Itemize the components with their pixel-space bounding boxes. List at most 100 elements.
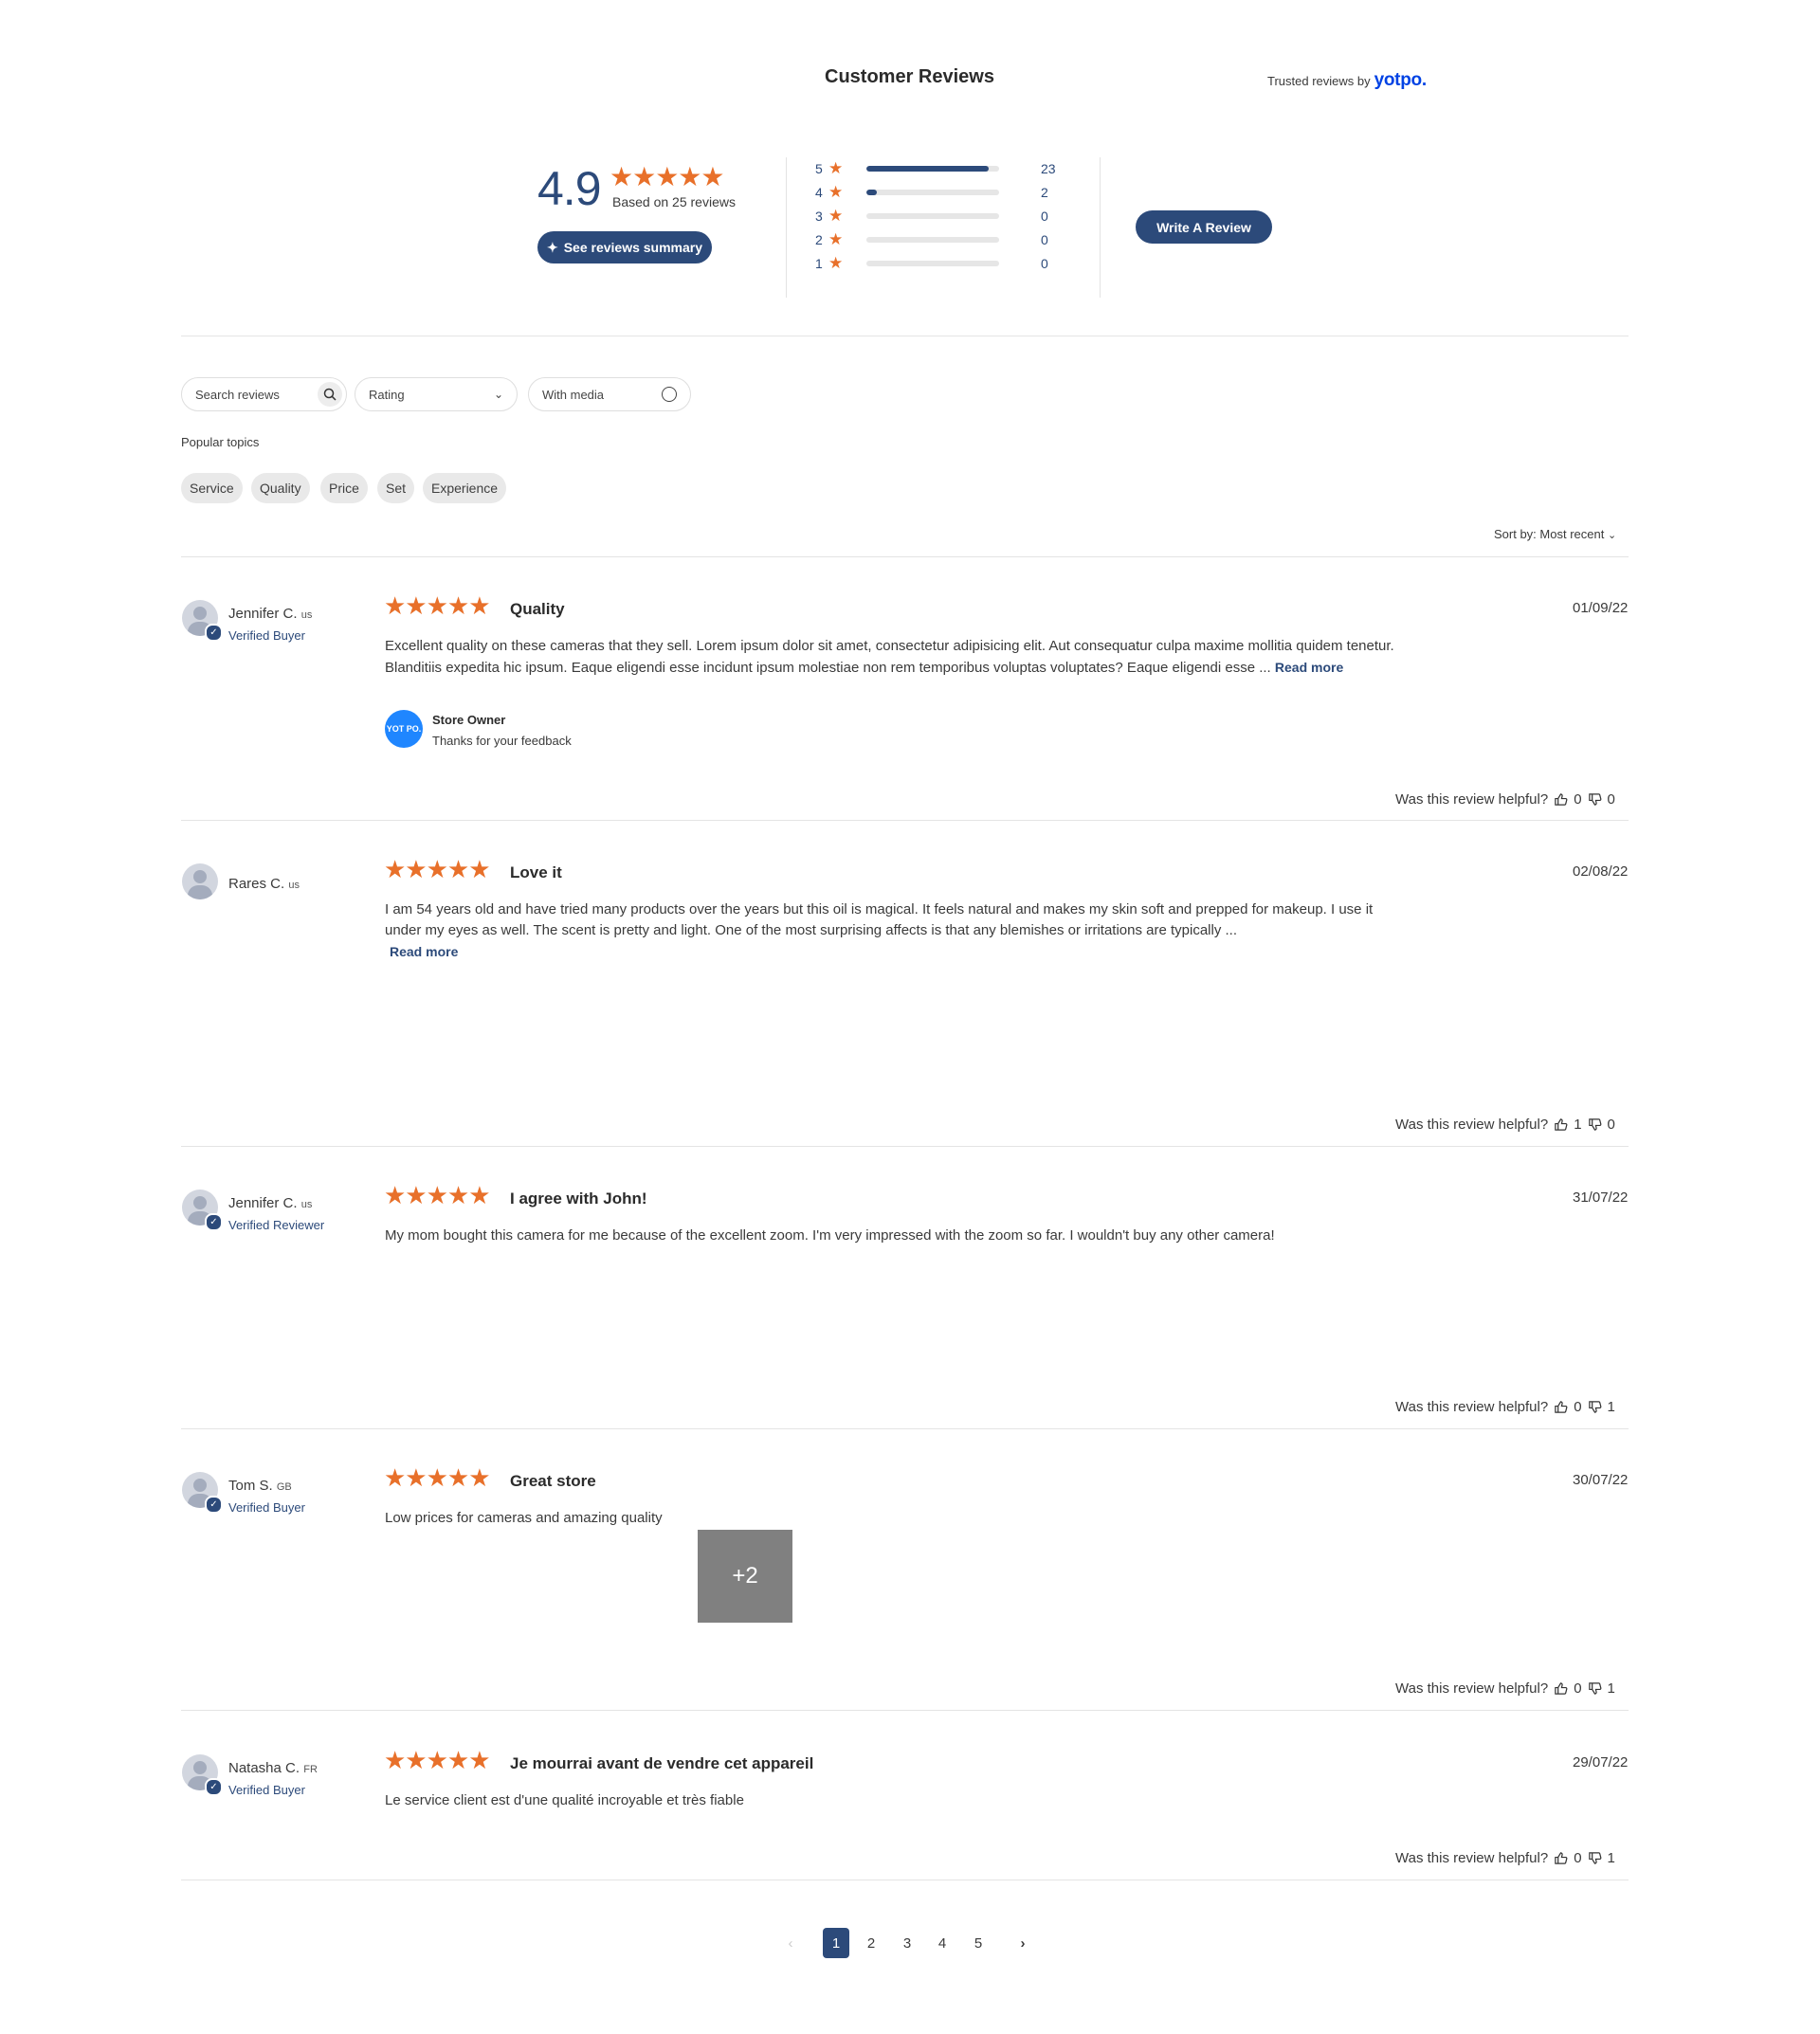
with-media-toggle[interactable]: With media	[528, 377, 691, 411]
sparkle-icon: ✦	[546, 239, 558, 255]
media-thumbnail-more[interactable]: +2	[698, 1530, 792, 1623]
search-icon[interactable]	[318, 382, 342, 407]
summary-button-label: See reviews summary	[563, 240, 703, 255]
page-2[interactable]: 2	[858, 1928, 884, 1958]
helpful-label: Was this review helpful?	[1395, 1399, 1549, 1415]
page-5[interactable]: 5	[965, 1928, 992, 1958]
verified-badge: Verified Reviewer	[228, 1218, 325, 1232]
helpful-votes: Was this review helpful? 0 1	[1395, 1399, 1615, 1415]
distribution-stars: 3	[815, 209, 823, 224]
review-date: 01/09/22	[1573, 600, 1629, 616]
previous-page-icon[interactable]: ‹	[777, 1928, 804, 1958]
reviewer-name: Rares C. us	[228, 876, 300, 892]
distribution-row-4[interactable]: 4 ★ 2	[815, 183, 1048, 202]
rating-select-label: Rating	[369, 387, 405, 402]
review-date: 30/07/22	[1573, 1472, 1629, 1488]
review-title: Love it	[510, 863, 562, 881]
helpful-votes: Was this review helpful? 0 0	[1395, 791, 1615, 808]
rating-select[interactable]: Rating ⌄	[355, 377, 518, 411]
thumbs-up-count: 0	[1574, 791, 1582, 808]
distribution-row-3[interactable]: 3 ★ 0	[815, 207, 1048, 226]
with-media-label: With media	[542, 387, 605, 402]
star-icon: ★	[828, 159, 844, 177]
divider	[181, 556, 1629, 557]
trusted-by: Trusted reviews by yotpo.	[1267, 70, 1427, 91]
thumbs-up-icon[interactable]	[1554, 1400, 1568, 1414]
page-1[interactable]: 1	[823, 1928, 849, 1958]
topic-set[interactable]: Set	[377, 473, 415, 503]
thumbs-up-icon[interactable]	[1554, 1851, 1568, 1865]
distribution-bar	[866, 190, 999, 195]
search-input[interactable]: Search reviews	[181, 377, 347, 411]
yotpo-logo[interactable]: yotpo.	[1374, 70, 1428, 91]
page-3[interactable]: 3	[894, 1928, 920, 1958]
thumbs-down-icon[interactable]	[1588, 1851, 1602, 1865]
helpful-votes: Was this review helpful? 0 1	[1395, 1680, 1615, 1697]
see-reviews-summary-button[interactable]: ✦ See reviews summary	[537, 231, 712, 263]
distribution-stars: 2	[815, 232, 823, 247]
distribution-count: 0	[1041, 256, 1048, 271]
radio-circle-icon	[662, 387, 677, 402]
thumbs-down-icon[interactable]	[1588, 792, 1602, 807]
reviewer-name: Natasha C. FR	[228, 1760, 318, 1776]
store-owner-logo: YOT PO.	[385, 710, 423, 748]
review-date: 29/07/22	[1573, 1754, 1629, 1771]
avatar	[182, 863, 218, 899]
thumbs-up-icon[interactable]	[1554, 1681, 1568, 1696]
review-stars-icon: ★★★★★	[384, 1181, 491, 1209]
distribution-row-2[interactable]: 2 ★ 0	[815, 230, 1048, 249]
review-body: Excellent quality on these cameras that …	[385, 638, 1394, 676]
sort-label: Sort by: Most recent	[1494, 527, 1605, 541]
distribution-bar	[866, 237, 999, 243]
search-placeholder: Search reviews	[195, 387, 280, 402]
distribution-count: 0	[1041, 209, 1048, 224]
topic-price[interactable]: Price	[320, 473, 368, 503]
review-date: 31/07/22	[1573, 1190, 1629, 1206]
thumbs-down-icon[interactable]	[1588, 1400, 1602, 1414]
review-stars-icon: ★★★★★	[384, 1463, 491, 1492]
trusted-prefix: Trusted reviews by	[1267, 74, 1371, 88]
page-4[interactable]: 4	[929, 1928, 956, 1958]
reviewer-name: Tom S. GB	[228, 1478, 292, 1494]
read-more-link[interactable]: Read more	[390, 944, 458, 959]
store-owner-label: Store Owner	[432, 713, 506, 727]
distribution-bar	[866, 261, 999, 266]
helpful-votes: Was this review helpful? 1 0	[1395, 1117, 1615, 1133]
divider	[181, 1146, 1629, 1147]
reviewer-name: Jennifer C. us	[228, 1195, 313, 1211]
thumbs-down-icon[interactable]	[1588, 1681, 1602, 1696]
verified-check-icon: ✓	[205, 1213, 223, 1231]
review-body: Le service client est d'une qualité incr…	[385, 1792, 744, 1808]
thumbs-up-icon[interactable]	[1554, 1117, 1568, 1132]
topic-experience[interactable]: Experience	[423, 473, 507, 503]
review-title: I agree with John!	[510, 1190, 647, 1208]
helpful-label: Was this review helpful?	[1395, 1680, 1549, 1697]
distribution-bar-fill	[866, 190, 878, 195]
verified-check-icon: ✓	[205, 1778, 223, 1796]
reviewer-country: us	[300, 609, 313, 621]
distribution-row-5[interactable]: 5 ★ 23	[815, 159, 1056, 178]
thumbs-up-count: 1	[1574, 1117, 1582, 1133]
thumbs-down-count: 1	[1607, 1680, 1615, 1697]
topic-quality[interactable]: Quality	[251, 473, 310, 503]
verified-check-icon: ✓	[205, 1496, 223, 1514]
sort-dropdown[interactable]: Sort by: Most recent ⌄	[1494, 527, 1616, 541]
review-stars-icon: ★★★★★	[384, 591, 491, 620]
thumbs-up-count: 0	[1574, 1680, 1582, 1697]
helpful-label: Was this review helpful?	[1395, 1117, 1549, 1133]
thumbs-down-count: 0	[1607, 791, 1615, 808]
thumbs-up-icon[interactable]	[1554, 792, 1568, 807]
distribution-stars: 5	[815, 161, 823, 176]
distribution-row-1[interactable]: 1 ★ 0	[815, 254, 1048, 273]
divider	[181, 820, 1629, 821]
verified-badge: Verified Buyer	[228, 1500, 305, 1515]
thumbs-down-icon[interactable]	[1588, 1117, 1602, 1132]
reviewer-name: Jennifer C. us	[228, 606, 313, 622]
popular-topics-label: Popular topics	[181, 435, 260, 449]
read-more-link[interactable]: Read more	[1275, 660, 1343, 675]
next-page-icon[interactable]: ›	[1010, 1928, 1036, 1958]
star-icon: ★	[828, 183, 844, 201]
write-review-button[interactable]: Write A Review	[1136, 210, 1272, 244]
topic-service[interactable]: Service	[181, 473, 243, 503]
divider	[181, 1710, 1629, 1711]
